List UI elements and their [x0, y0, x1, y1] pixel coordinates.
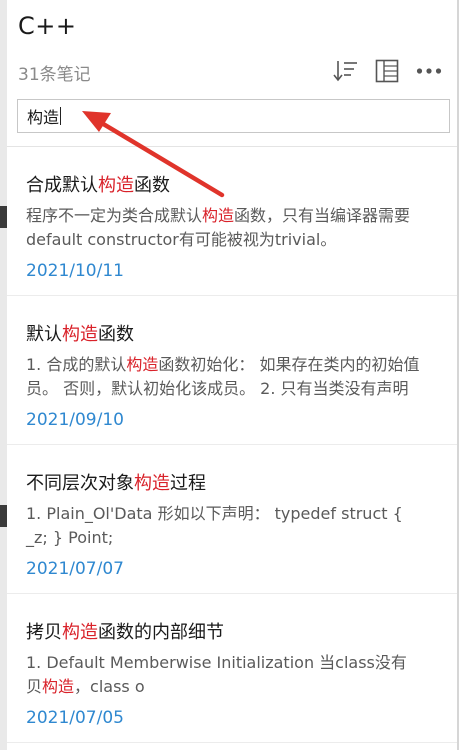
more-icon [416, 68, 442, 74]
note-title: 默认构造函数 [26, 324, 134, 345]
sort-button[interactable] [331, 58, 359, 84]
left-pane-marker [0, 206, 7, 228]
note-title: 不同层次对象构造过程 [26, 473, 206, 494]
note-snippet: 1. Default Memberwise Initialization 当cl… [26, 653, 407, 696]
note-title: 拷贝构造函数的内部细节 [26, 622, 224, 643]
left-pane-marker [0, 505, 7, 527]
list-item[interactable]: 拷贝构造函数的内部细节 1. Default Memberwise Initia… [7, 594, 457, 743]
notebook-subtitle-row: 31条笔记 [18, 58, 449, 86]
note-date: 2021/07/05 [26, 708, 124, 728]
sort-icon [333, 61, 357, 82]
grid-view-button[interactable] [373, 58, 401, 84]
grid-view-icon [375, 59, 399, 83]
search-value: 构造 [27, 108, 60, 127]
more-button[interactable] [415, 58, 443, 84]
list-item[interactable]: 合成默认构造函数 程序不一定为类合成默认构造函数，只有当编译器需要 defaul… [7, 147, 457, 296]
search-input[interactable]: 构造 [17, 99, 450, 133]
notebook-title: C++ [18, 12, 77, 40]
list-item[interactable]: 默认构造函数 1. 合成的默认构造函数初始化： 如果存在类内的初始值 员。 否则… [7, 296, 457, 445]
note-count: 31条笔记 [18, 65, 91, 85]
notebook-header: C++ 31条笔记 [18, 12, 449, 92]
note-date: 2021/07/07 [26, 559, 124, 579]
note-date: 2021/10/11 [26, 261, 124, 281]
toolbar [331, 58, 443, 84]
list-item[interactable]: 不同层次对象构造过程 1. Plain_Ol'Data 形如以下声明： type… [7, 445, 457, 594]
note-snippet: 1. 合成的默认构造函数初始化： 如果存在类内的初始值 员。 否则，默认初始化该… [26, 355, 420, 398]
left-pane-edge [0, 0, 7, 750]
note-snippet: 1. Plain_Ol'Data 形如以下声明： typedef struct … [26, 504, 403, 547]
note-title: 合成默认构造函数 [26, 175, 170, 196]
note-list: 合成默认构造函数 程序不一定为类合成默认构造函数，只有当编译器需要 defaul… [7, 147, 457, 743]
text-caret [60, 107, 62, 125]
note-date: 2021/09/10 [26, 410, 124, 430]
note-snippet: 程序不一定为类合成默认构造函数，只有当编译器需要 default constru… [26, 206, 411, 249]
